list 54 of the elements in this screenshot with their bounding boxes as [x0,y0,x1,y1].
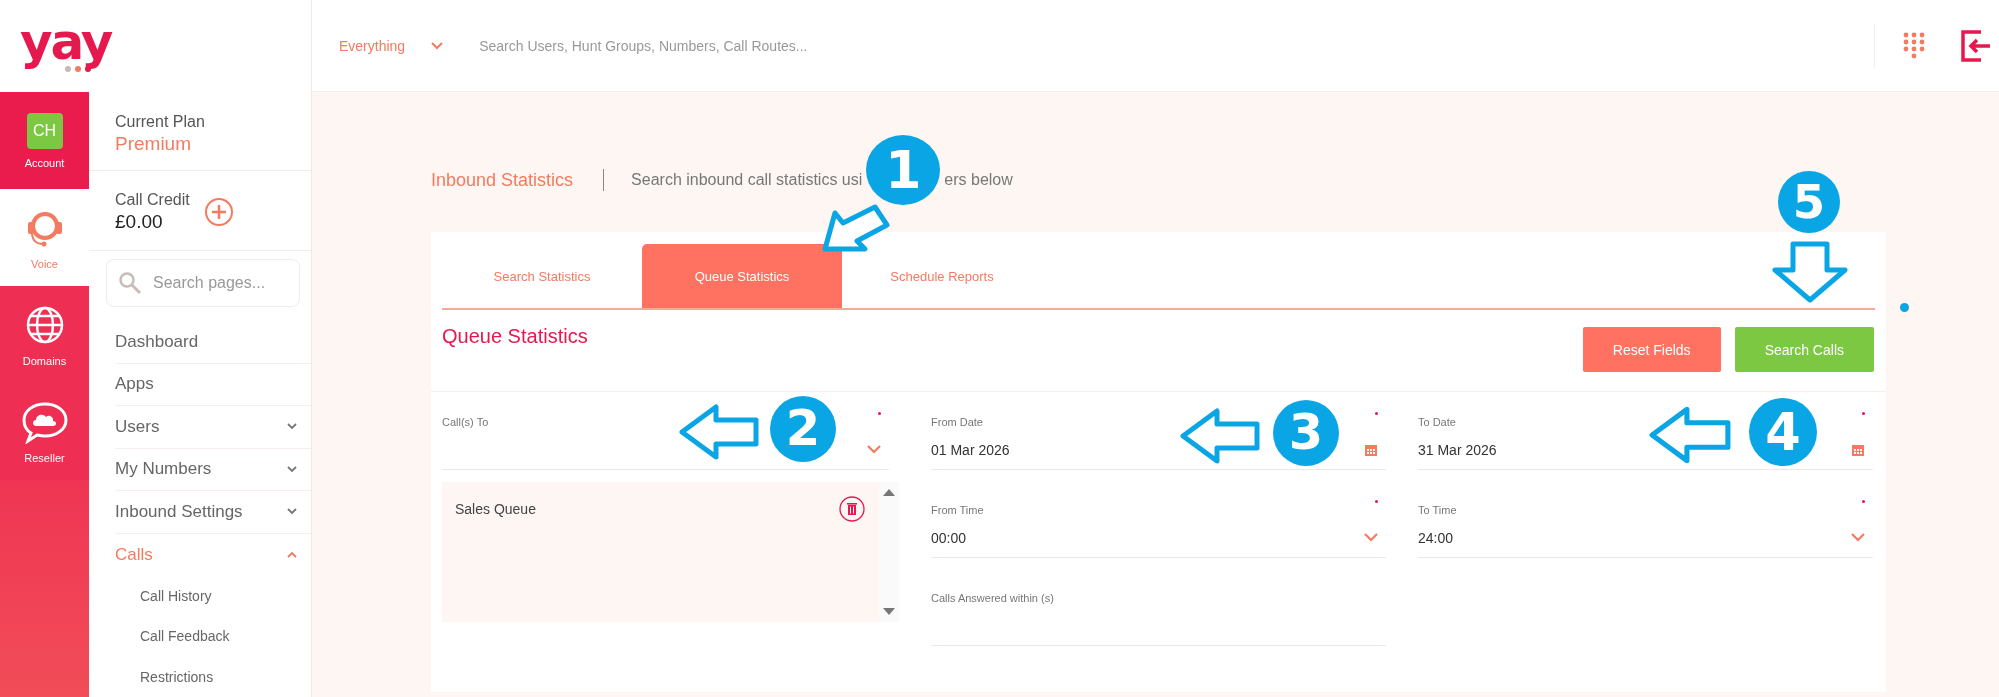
caret-icon [867,445,881,454]
credit-amount: £0.00 [115,210,164,233]
nav-item[interactable]: Inbound Settings [115,491,311,534]
delete-icon[interactable] [839,496,865,522]
form-field[interactable]: Calls Answered within (s) [931,588,1386,646]
marker-dot [1900,303,1909,312]
nav-item[interactable]: Users [115,406,311,449]
plan-name: Premium [115,133,192,155]
scope-dropdown[interactable]: Everything [339,37,444,54]
nav-subitem[interactable]: Call History [89,575,311,616]
page-subtitle: Search inbound call statistics usi [631,171,863,189]
dialpad-icon[interactable] [1903,31,1925,60]
caret-icon [1851,533,1865,542]
rail-item[interactable]: CH Account [0,92,89,189]
yay-logo[interactable]: yay [20,19,112,73]
page-subtitle: ers below [944,171,1013,189]
page-search-field[interactable]: Search pages... [106,259,300,307]
tab[interactable]: Search Statistics [442,244,642,308]
global-search-field[interactable]: Search Users, Hunt Groups, Numbers, Call Routes... [477,36,882,55]
calendar-icon [1364,442,1378,457]
page-title: Inbound Statistics [431,169,574,191]
rail-item[interactable]: Reseller [0,383,89,480]
form-field[interactable]: From Time 00:00 [931,500,1386,558]
rail-label: Domains [22,354,67,367]
scroll-down-icon[interactable] [883,608,895,616]
rail-label: Reseller [24,451,65,464]
nav-item[interactable]: My Numbers [115,448,311,492]
add-credit-icon[interactable] [203,196,234,227]
nav-item[interactable]: Apps [115,363,311,407]
form-field[interactable]: To Time 24:00 [1418,500,1873,558]
search-icon [118,271,142,295]
callout-number: 5 [1778,171,1840,233]
account-avatar: CH [26,112,63,149]
rail-item[interactable]: Domains [0,286,89,383]
credit-label: Call Credit [115,190,190,209]
rail-label: Account [24,156,65,169]
tab[interactable]: Schedule Reports [842,244,1042,308]
scroll-up-icon[interactable] [883,488,895,496]
callout-number: 1 [866,135,941,205]
logout-icon[interactable] [1961,29,1991,62]
caret-icon [1364,533,1378,542]
caret-icon [431,41,444,50]
action-button[interactable]: Reset Fields [1582,327,1721,372]
nav-item[interactable]: Dashboard [115,321,311,364]
scrollbar[interactable] [879,482,899,622]
nav-subitem[interactable]: Restrictions [89,656,311,697]
nav-subitem[interactable]: Call Feedback [89,615,311,657]
calendar-icon [1851,442,1865,457]
nav-item[interactable]: Calls [115,533,311,576]
rail-label: Voice [31,257,58,270]
tab[interactable]: Queue Statistics [642,244,842,308]
section-title: Queue Statistics [442,325,588,348]
list-item: Sales Queue [455,501,536,517]
plan-label: Current Plan [115,113,206,131]
